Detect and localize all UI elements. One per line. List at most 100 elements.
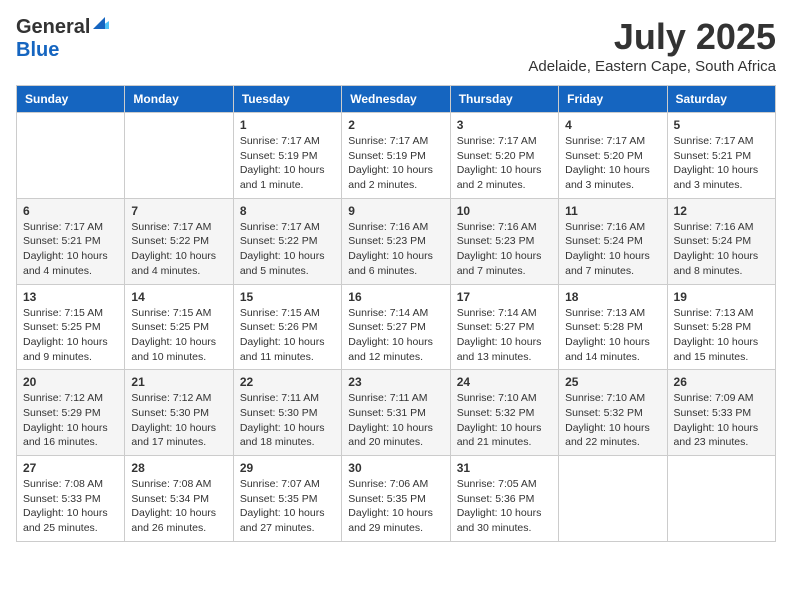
table-row: 19 Sunrise: 7:13 AMSunset: 5:28 PMDayligh…	[667, 284, 775, 370]
day-number: 16	[348, 290, 443, 304]
table-row: 15 Sunrise: 7:15 AMSunset: 5:26 PMDayligh…	[233, 284, 341, 370]
day-number: 7	[131, 204, 226, 218]
day-info: Sunrise: 7:15 AMSunset: 5:26 PMDaylight:…	[240, 306, 335, 365]
day-number: 26	[674, 375, 769, 389]
location-subtitle: Adelaide, Eastern Cape, South Africa	[528, 58, 776, 75]
day-info: Sunrise: 7:10 AMSunset: 5:32 PMDaylight:…	[457, 391, 552, 450]
day-number: 8	[240, 204, 335, 218]
table-row: 4 Sunrise: 7:17 AMSunset: 5:20 PMDaylight…	[559, 113, 667, 199]
day-info: Sunrise: 7:06 AMSunset: 5:35 PMDaylight:…	[348, 477, 443, 536]
table-row: 31Sunrise: 7:05 AMSunset: 5:36 PMDayligh…	[450, 456, 558, 542]
logo-blue-text: Blue	[16, 39, 59, 61]
calendar-week-row: 27 Sunrise: 7:08 AMSunset: 5:33 PMDayligh…	[17, 456, 776, 542]
col-sunday: Sunday	[17, 86, 125, 113]
day-number: 29	[240, 461, 335, 475]
table-row	[559, 456, 667, 542]
day-number: 17	[457, 290, 552, 304]
table-row: 16 Sunrise: 7:14 AMSunset: 5:27 PMDayligh…	[342, 284, 450, 370]
day-info: Sunrise: 7:17 AMSunset: 5:19 PMDaylight:…	[240, 134, 335, 193]
col-wednesday: Wednesday	[342, 86, 450, 113]
table-row: 18 Sunrise: 7:13 AMSunset: 5:28 PMDayligh…	[559, 284, 667, 370]
table-row: 24 Sunrise: 7:10 AMSunset: 5:32 PMDayligh…	[450, 370, 558, 456]
day-info: Sunrise: 7:16 AMSunset: 5:24 PMDaylight:…	[565, 220, 660, 279]
day-number: 12	[674, 204, 769, 218]
calendar-week-row: 20Sunrise: 7:12 AMSunset: 5:29 PMDayligh…	[17, 370, 776, 456]
table-row: 9Sunrise: 7:16 AMSunset: 5:23 PMDaylight…	[342, 198, 450, 284]
day-number: 13	[23, 290, 118, 304]
day-info: Sunrise: 7:13 AMSunset: 5:28 PMDaylight:…	[565, 306, 660, 365]
table-row: 27 Sunrise: 7:08 AMSunset: 5:33 PMDayligh…	[17, 456, 125, 542]
day-number: 20	[23, 375, 118, 389]
day-number: 18	[565, 290, 660, 304]
month-year-title: July 2025	[528, 16, 776, 58]
calendar-week-row: 13 Sunrise: 7:15 AMSunset: 5:25 PMDayligh…	[17, 284, 776, 370]
table-row	[17, 113, 125, 199]
table-row: 29 Sunrise: 7:07 AMSunset: 5:35 PMDayligh…	[233, 456, 341, 542]
day-info: Sunrise: 7:17 AMSunset: 5:20 PMDaylight:…	[565, 134, 660, 193]
col-friday: Friday	[559, 86, 667, 113]
col-monday: Monday	[125, 86, 233, 113]
day-number: 22	[240, 375, 335, 389]
table-row: 25 Sunrise: 7:10 AMSunset: 5:32 PMDayligh…	[559, 370, 667, 456]
day-number: 11	[565, 204, 660, 218]
day-number: 30	[348, 461, 443, 475]
day-info: Sunrise: 7:17 AMSunset: 5:21 PMDaylight:…	[674, 134, 769, 193]
logo: General Blue	[16, 16, 109, 62]
day-number: 9	[348, 204, 443, 218]
calendar-week-row: 6 Sunrise: 7:17 AMSunset: 5:21 PMDaylight…	[17, 198, 776, 284]
table-row: 12 Sunrise: 7:16 AMSunset: 5:24 PMDayligh…	[667, 198, 775, 284]
day-info: Sunrise: 7:14 AMSunset: 5:27 PMDaylight:…	[348, 306, 443, 365]
table-row: 26 Sunrise: 7:09 AMSunset: 5:33 PMDayligh…	[667, 370, 775, 456]
day-number: 4	[565, 118, 660, 132]
table-row: 8Sunrise: 7:17 AMSunset: 5:22 PMDaylight…	[233, 198, 341, 284]
table-row: 21 Sunrise: 7:12 AMSunset: 5:30 PMDayligh…	[125, 370, 233, 456]
day-number: 21	[131, 375, 226, 389]
table-row: 10 Sunrise: 7:16 AMSunset: 5:23 PMDayligh…	[450, 198, 558, 284]
logo-arrow-icon	[93, 15, 109, 36]
day-number: 6	[23, 204, 118, 218]
day-info: Sunrise: 7:09 AMSunset: 5:33 PMDaylight:…	[674, 391, 769, 450]
table-row: 7 Sunrise: 7:17 AMSunset: 5:22 PMDaylight…	[125, 198, 233, 284]
day-number: 25	[565, 375, 660, 389]
col-tuesday: Tuesday	[233, 86, 341, 113]
table-row: 30 Sunrise: 7:06 AMSunset: 5:35 PMDayligh…	[342, 456, 450, 542]
day-info: Sunrise: 7:05 AMSunset: 5:36 PMDaylight:…	[457, 477, 552, 536]
day-number: 27	[23, 461, 118, 475]
table-row: 23Sunrise: 7:11 AMSunset: 5:31 PMDayligh…	[342, 370, 450, 456]
table-row: 11 Sunrise: 7:16 AMSunset: 5:24 PMDayligh…	[559, 198, 667, 284]
calendar-table: Sunday Monday Tuesday Wednesday Thursday…	[16, 85, 776, 542]
table-row: 20Sunrise: 7:12 AMSunset: 5:29 PMDayligh…	[17, 370, 125, 456]
logo-general-text: General	[16, 16, 90, 39]
day-info: Sunrise: 7:08 AMSunset: 5:34 PMDaylight:…	[131, 477, 226, 536]
day-number: 1	[240, 118, 335, 132]
day-info: Sunrise: 7:17 AMSunset: 5:22 PMDaylight:…	[131, 220, 226, 279]
day-info: Sunrise: 7:13 AMSunset: 5:28 PMDaylight:…	[674, 306, 769, 365]
day-info: Sunrise: 7:08 AMSunset: 5:33 PMDaylight:…	[23, 477, 118, 536]
calendar-week-row: 1 Sunrise: 7:17 AMSunset: 5:19 PMDaylight…	[17, 113, 776, 199]
day-info: Sunrise: 7:16 AMSunset: 5:23 PMDaylight:…	[457, 220, 552, 279]
day-number: 14	[131, 290, 226, 304]
day-info: Sunrise: 7:15 AMSunset: 5:25 PMDaylight:…	[23, 306, 118, 365]
table-row: 17Sunrise: 7:14 AMSunset: 5:27 PMDayligh…	[450, 284, 558, 370]
day-info: Sunrise: 7:16 AMSunset: 5:24 PMDaylight:…	[674, 220, 769, 279]
col-saturday: Saturday	[667, 86, 775, 113]
table-row: 2Sunrise: 7:17 AMSunset: 5:19 PMDaylight…	[342, 113, 450, 199]
table-row: 28Sunrise: 7:08 AMSunset: 5:34 PMDayligh…	[125, 456, 233, 542]
day-info: Sunrise: 7:11 AMSunset: 5:31 PMDaylight:…	[348, 391, 443, 450]
day-number: 5	[674, 118, 769, 132]
day-number: 15	[240, 290, 335, 304]
table-row	[667, 456, 775, 542]
day-info: Sunrise: 7:17 AMSunset: 5:20 PMDaylight:…	[457, 134, 552, 193]
table-row: 6 Sunrise: 7:17 AMSunset: 5:21 PMDaylight…	[17, 198, 125, 284]
day-number: 19	[674, 290, 769, 304]
day-info: Sunrise: 7:07 AMSunset: 5:35 PMDaylight:…	[240, 477, 335, 536]
table-row: 13 Sunrise: 7:15 AMSunset: 5:25 PMDayligh…	[17, 284, 125, 370]
day-info: Sunrise: 7:12 AMSunset: 5:30 PMDaylight:…	[131, 391, 226, 450]
day-info: Sunrise: 7:10 AMSunset: 5:32 PMDaylight:…	[565, 391, 660, 450]
day-info: Sunrise: 7:15 AMSunset: 5:25 PMDaylight:…	[131, 306, 226, 365]
table-row: 14 Sunrise: 7:15 AMSunset: 5:25 PMDayligh…	[125, 284, 233, 370]
day-info: Sunrise: 7:17 AMSunset: 5:19 PMDaylight:…	[348, 134, 443, 193]
day-info: Sunrise: 7:17 AMSunset: 5:21 PMDaylight:…	[23, 220, 118, 279]
day-number: 24	[457, 375, 552, 389]
day-number: 10	[457, 204, 552, 218]
